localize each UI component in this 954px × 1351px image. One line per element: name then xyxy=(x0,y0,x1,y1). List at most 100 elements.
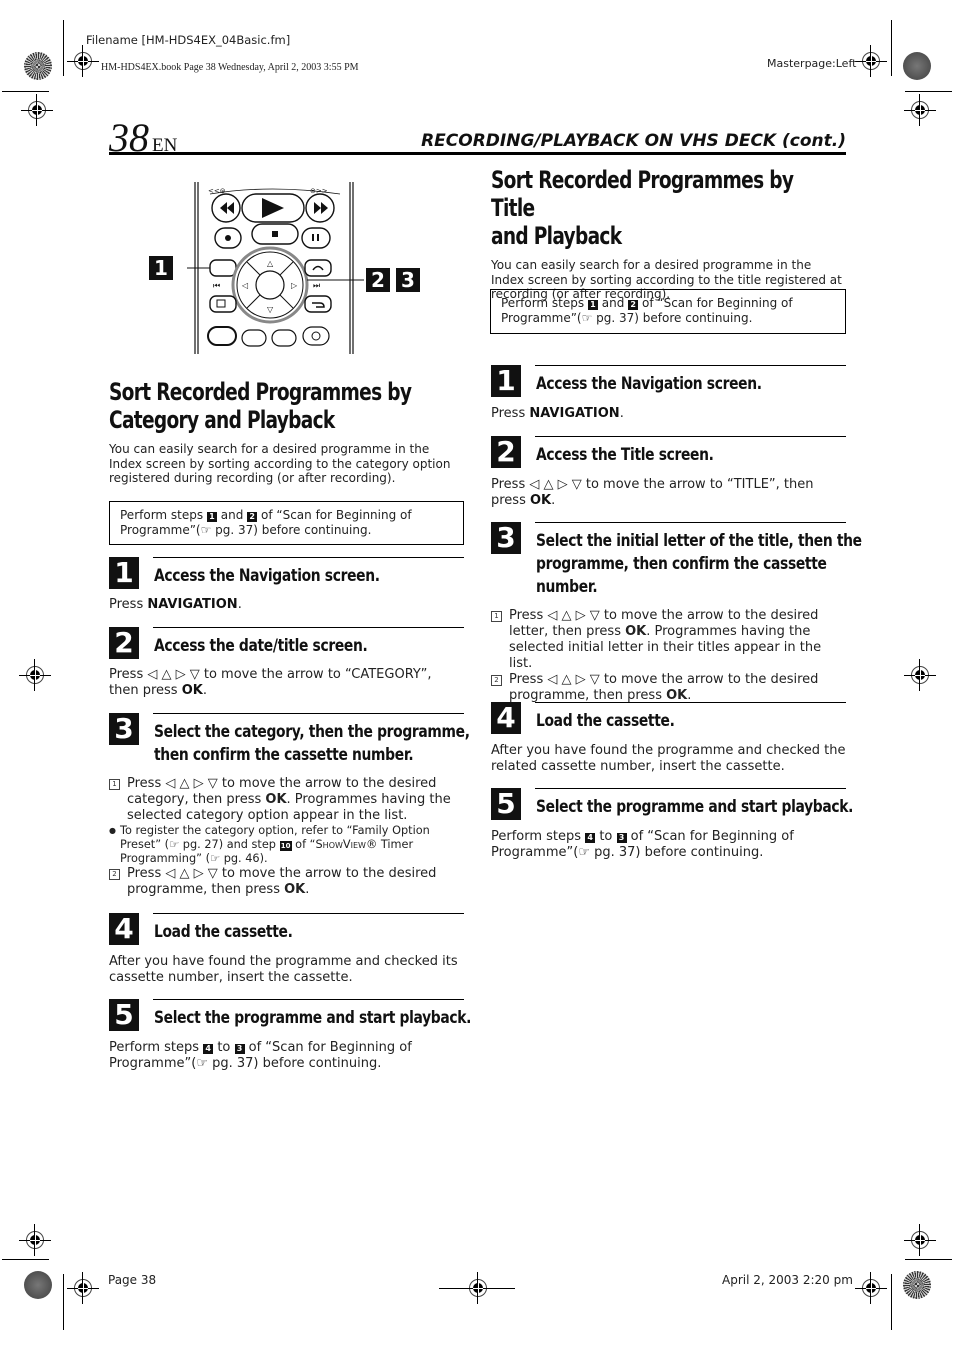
registration-target-mark xyxy=(19,659,51,691)
body-text: Press ◁ △ ▷ ▽ to move the arrow to the d… xyxy=(509,672,819,703)
remote-control-figure: <<⊜ ⊜>> △ ▽ ◁ ▷ ⏮ ⏭ 1 2 3 xyxy=(149,182,440,357)
step-rule xyxy=(153,913,464,914)
crop-line xyxy=(891,1274,892,1330)
step-ref-icon: 2 xyxy=(247,512,258,522)
sub-step-number: 2 xyxy=(109,869,120,880)
body-text: . xyxy=(551,493,556,508)
registration-target-mark xyxy=(904,659,936,691)
step-title: Select the category, then the programme,… xyxy=(154,720,470,766)
section-intro: You can easily search for a desired prog… xyxy=(109,442,451,485)
step-body: Perform steps 4 to 3 of “Scan for Beginn… xyxy=(491,829,846,861)
registration-target-mark xyxy=(855,45,887,77)
registration-target-mark xyxy=(904,1224,936,1256)
section-title-line: Sort Recorded Programmes by Title xyxy=(491,166,794,222)
step-4: 4 Load the cassette. xyxy=(491,702,846,742)
step-ref-icon: 4 xyxy=(585,833,596,843)
step-title-line: number. xyxy=(536,577,598,596)
section-title: Sort Recorded Programmes by Title and Pl… xyxy=(491,166,796,250)
step-title-line: Select the initial letter of the title, … xyxy=(536,531,862,550)
step-2: 2 Access the Title screen. xyxy=(491,436,846,476)
record-button xyxy=(214,227,242,249)
sub-step-number: 1 xyxy=(491,611,502,622)
step-number: 3 xyxy=(109,713,139,745)
note-text: Perform steps xyxy=(120,508,207,522)
button-name: NAVIGATION xyxy=(529,406,620,421)
button-name: OK xyxy=(530,493,552,508)
section-sort-by-title: Sort Recorded Programmes by Title and Pl… xyxy=(491,166,846,302)
step-5: 5 Select the programme and start playbac… xyxy=(109,999,471,1039)
step-3: 3 Select the initial letter of the title… xyxy=(491,522,862,602)
registration-star-mark xyxy=(24,52,52,80)
prerequisite-note: Perform steps 1 and 2 of “Scan for Begin… xyxy=(109,501,464,545)
body-text: Perform steps xyxy=(109,1040,204,1055)
footer-page: Page 38 xyxy=(108,1273,157,1287)
filename-label: Filename [HM-HDS4EX_04Basic.fm] xyxy=(86,33,291,47)
step-body: Press ◁ △ ▷ ▽ to move the arrow to “TITL… xyxy=(491,477,846,509)
running-head: RECORDING/PLAYBACK ON VHS DECK (cont.) xyxy=(421,131,846,151)
step-body: 1 Press ◁ △ ▷ ▽ to move the arrow to the… xyxy=(491,608,846,704)
crop-line xyxy=(905,1259,952,1260)
crop-line xyxy=(2,91,49,92)
step-number: 2 xyxy=(491,436,521,468)
step-title: Select the programme and start playback. xyxy=(536,797,854,816)
body-text: . xyxy=(237,597,242,612)
step-ref-icon: 2 xyxy=(628,300,639,310)
note-text: Perform steps xyxy=(501,296,588,310)
step-rule xyxy=(535,702,846,703)
step-body: Press NAVIGATION. xyxy=(109,597,464,613)
body-text: . xyxy=(202,683,207,698)
step-4: 4 Load the cassette. xyxy=(109,913,464,953)
registration-target-mark xyxy=(67,1272,99,1304)
fast-forward-button xyxy=(305,193,335,223)
section-title-line: Sort Recorded Programmes by xyxy=(109,378,412,406)
step-ref-icon: 1 xyxy=(206,512,217,522)
step-body: 1 Press ◁ △ ▷ ▽ to move the arrow to the… xyxy=(109,776,464,898)
header-rule xyxy=(109,152,846,155)
ok-button xyxy=(255,270,285,300)
registration-star-mark xyxy=(903,1271,931,1299)
svg-text:▽: ▽ xyxy=(267,305,274,314)
registration-star-mark xyxy=(903,52,931,80)
body-text: Press ◁ △ ▷ ▽ to move the arrow to the d… xyxy=(127,866,437,897)
svg-text:▷: ▷ xyxy=(291,281,298,290)
sub-step-number: 1 xyxy=(109,779,120,790)
svg-text:△: △ xyxy=(267,259,274,268)
crop-line xyxy=(905,91,952,92)
step-number: 3 xyxy=(491,522,521,554)
navigation-button xyxy=(209,259,237,277)
callout-step-1: 1 xyxy=(149,256,173,280)
sub-step: 1 Press ◁ △ ▷ ▽ to move the arrow to the… xyxy=(109,776,464,824)
body-text: Perform steps xyxy=(491,829,586,844)
masterpage-label: Masterpage:Left xyxy=(767,57,857,70)
registration-target-mark xyxy=(855,1272,887,1304)
step-number: 2 xyxy=(109,627,139,659)
step-rule xyxy=(153,627,464,628)
step-ref-icon: 3 xyxy=(616,833,627,843)
body-text: . xyxy=(619,406,624,421)
svg-text:<<⊜: <<⊜ xyxy=(208,187,226,195)
footer-date: April 2, 2003 2:20 pm xyxy=(722,1273,853,1287)
rewind-button xyxy=(211,193,241,223)
step-rule xyxy=(153,713,464,714)
svg-text:⊜>>: ⊜>> xyxy=(310,187,328,195)
book-info-line: HM-HDS4EX.book Page 38 Wednesday, April … xyxy=(101,62,359,73)
section-sort-by-category: Sort Recorded Programmes by Category and… xyxy=(109,378,464,486)
step-title: Access the Navigation screen. xyxy=(154,566,380,585)
body-text: Press xyxy=(109,597,148,612)
step-ref-icon: 10 xyxy=(279,841,292,851)
sub-step: 2 Press ◁ △ ▷ ▽ to move the arrow to the… xyxy=(491,672,846,704)
stop-button xyxy=(251,223,299,245)
brand-name: ShowView xyxy=(315,838,366,851)
step-number: 1 xyxy=(109,557,139,589)
note-text: and xyxy=(216,508,248,522)
button-name: OK xyxy=(666,688,688,703)
step-rule xyxy=(535,436,846,437)
skip-forward-icon: ⏭ xyxy=(313,281,320,290)
body-text: . xyxy=(305,882,310,897)
button-name: NAVIGATION xyxy=(147,597,238,612)
step-2: 2 Access the date/title screen. xyxy=(109,627,464,667)
registration-target-mark xyxy=(904,94,936,126)
body-text: to xyxy=(213,1040,235,1055)
step-rule xyxy=(535,788,846,789)
sub-step-number: 2 xyxy=(491,675,502,686)
